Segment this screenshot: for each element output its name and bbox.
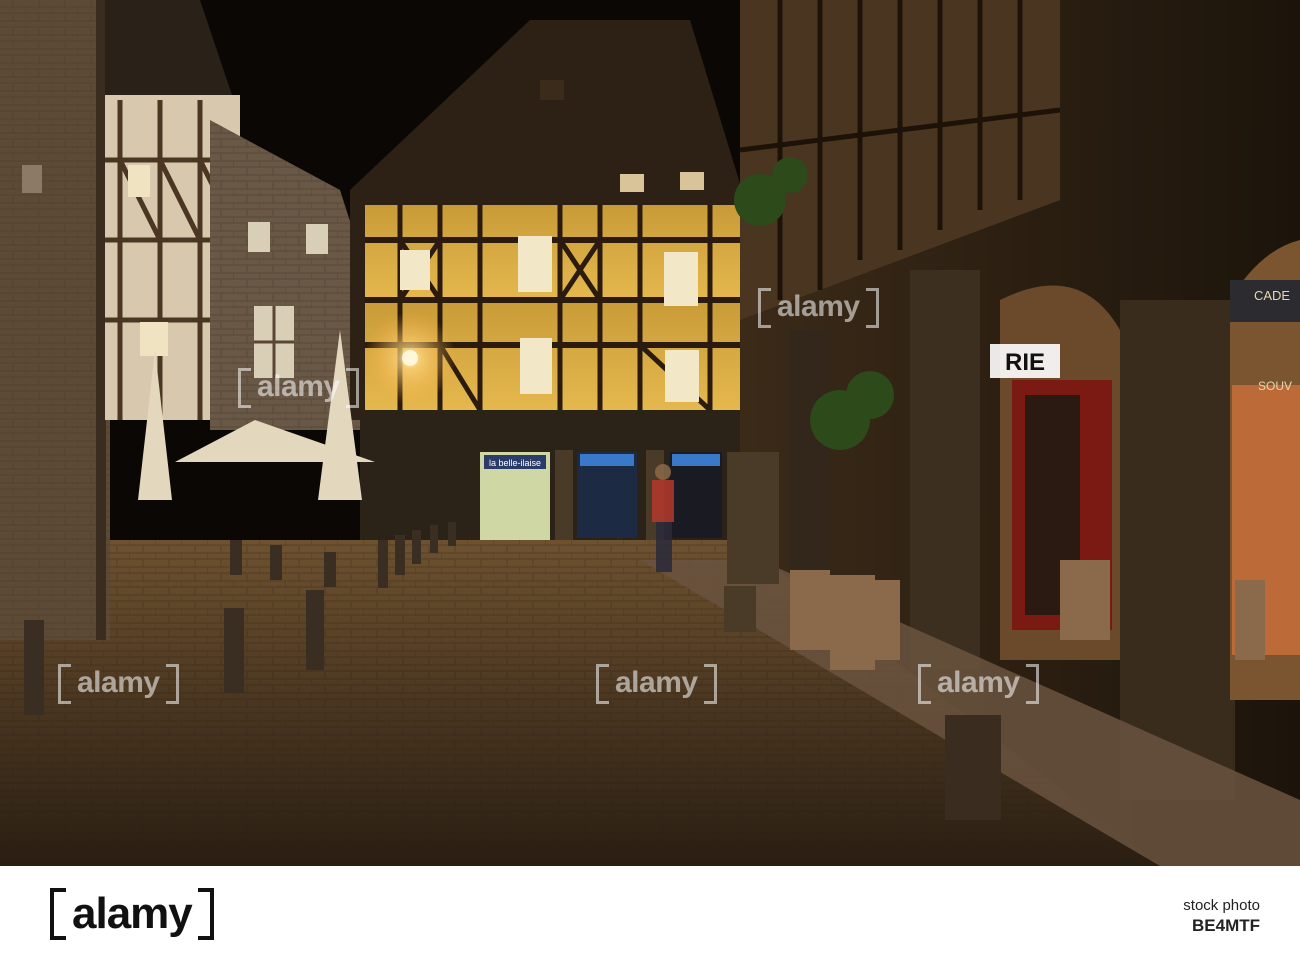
footer-bar: alamy stock photo BE4MTF — [0, 866, 1300, 956]
souvenir-sign: SOUV — [1258, 379, 1292, 393]
menu-board — [727, 452, 779, 584]
brand-name: alamy — [72, 889, 193, 938]
stock-label: stock photo — [1183, 897, 1260, 914]
alamy-logo[interactable]: alamy — [50, 888, 214, 940]
left-stone-building — [0, 0, 110, 640]
image-id: stock photo BE4MTF — [1183, 896, 1260, 936]
watermark-text: alamy — [58, 664, 179, 704]
wooden-post — [945, 715, 1001, 820]
central-ground-floor: la belle-ilaise — [360, 410, 745, 545]
planter — [724, 586, 756, 632]
logo-bracket-right — [197, 888, 214, 940]
logo-bracket-left — [50, 888, 66, 940]
street-photo: la belle-ilaise RIE CADE SOUV alamy alam… — [0, 0, 1300, 866]
watermark-text: alamy — [758, 288, 879, 328]
watermark-text: alamy — [596, 664, 717, 704]
image-code: BE4MTF — [1192, 916, 1260, 935]
cafe-sign: CADE — [1254, 288, 1290, 303]
night-street-scene: la belle-ilaise RIE CADE SOUV — [0, 0, 1300, 866]
shop-sign-left: la belle-ilaise — [489, 458, 541, 468]
street-lamp — [364, 312, 456, 404]
shop-sign-right: RIE — [1005, 349, 1045, 376]
watermark-text: alamy — [918, 664, 1039, 704]
watermark-text: alamy — [238, 368, 359, 408]
